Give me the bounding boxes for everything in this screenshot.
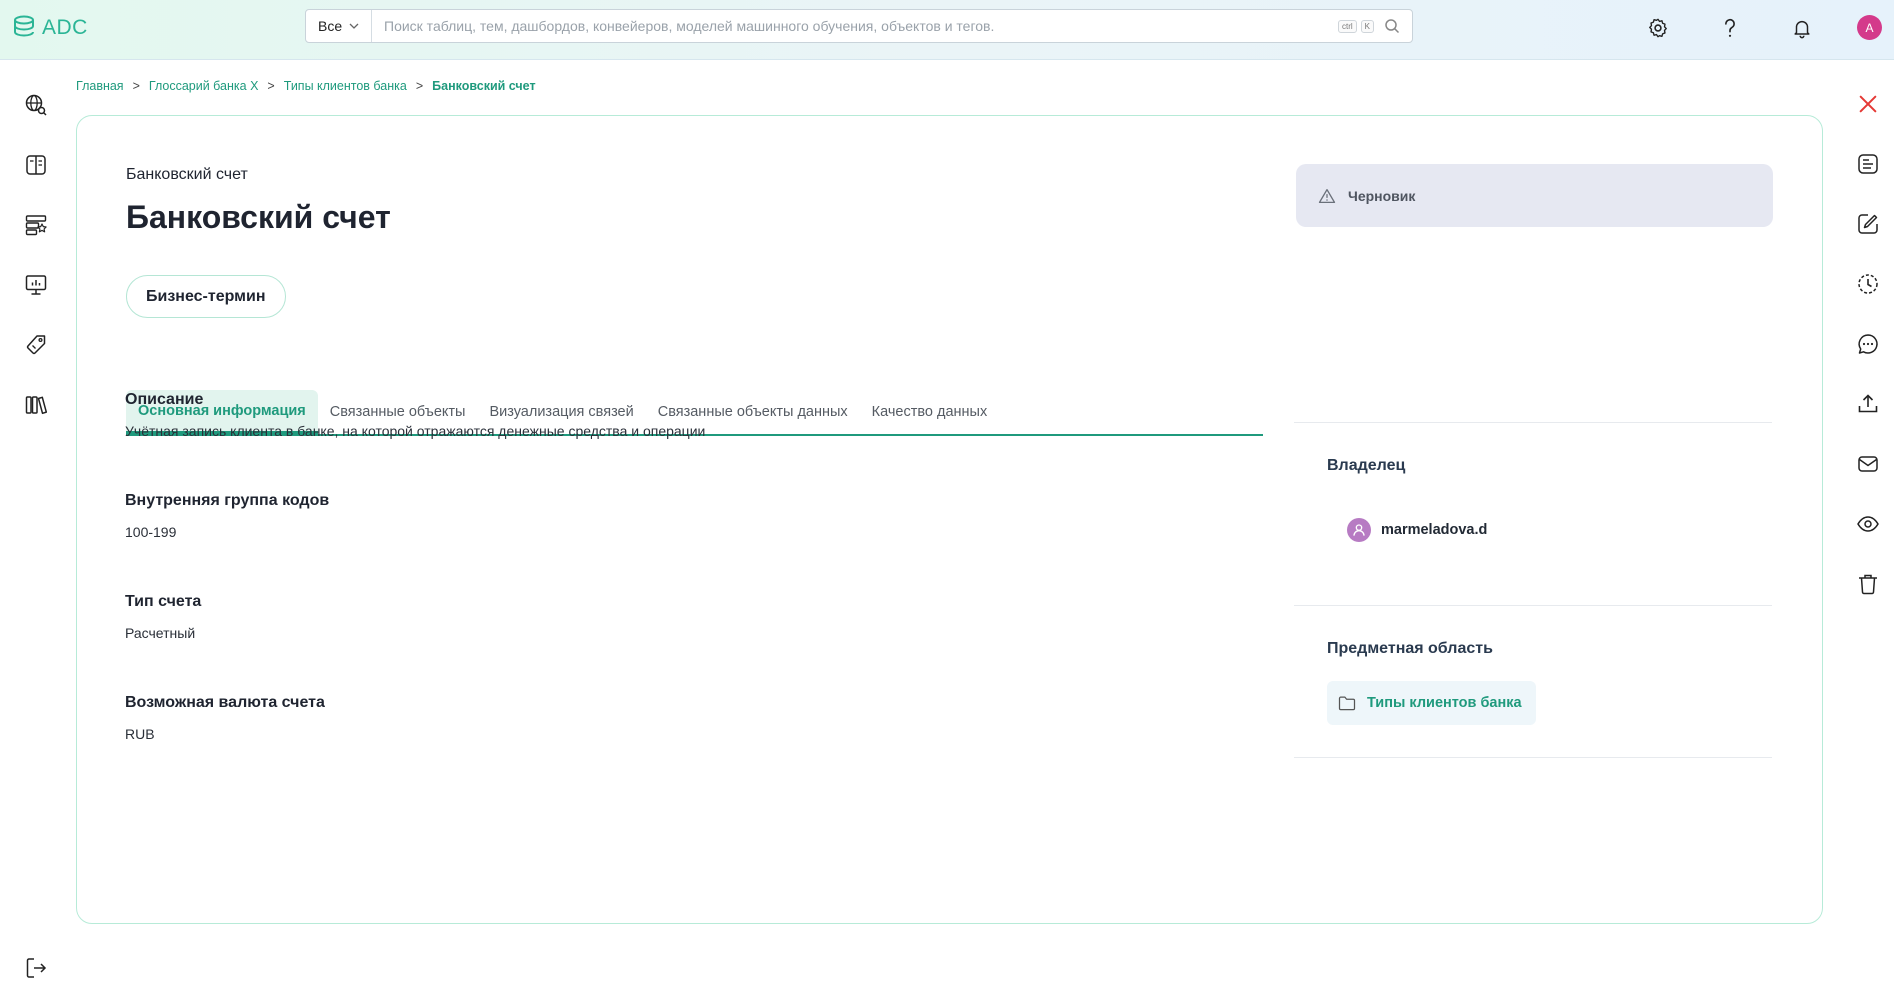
nav-dashboards[interactable]: [22, 271, 50, 299]
mail-icon: [1858, 456, 1878, 472]
breadcrumb-category[interactable]: Типы клиентов банка: [284, 79, 407, 93]
entity-type-chip: Бизнес-термин: [126, 275, 286, 318]
divider: [1294, 757, 1772, 758]
left-sidebar: [0, 61, 72, 1008]
tab-data-quality[interactable]: Качество данных: [860, 390, 1000, 434]
monitor-chart-icon: [25, 275, 47, 295]
breadcrumb-separator: >: [267, 79, 275, 93]
database-star-icon: [25, 215, 47, 236]
user-initial: A: [1865, 20, 1874, 35]
breadcrumb-separator: >: [415, 79, 424, 93]
breadcrumb-separator: >: [132, 79, 140, 93]
nav-logout[interactable]: [22, 954, 50, 982]
breadcrumb-glossary[interactable]: Глоссарий банка X: [149, 79, 259, 93]
user-avatar[interactable]: A: [1857, 15, 1882, 40]
status-badge: Черновик: [1296, 164, 1773, 227]
nav-library[interactable]: [22, 391, 50, 419]
global-search: Все ctrl K: [305, 9, 1413, 43]
field-label: Возможная валюта счета: [125, 694, 325, 711]
owner-name: marmeladova.d: [1381, 522, 1488, 538]
chevron-down-icon: [349, 23, 359, 29]
user-icon: [1353, 524, 1365, 536]
delete-button[interactable]: [1854, 570, 1882, 598]
details-button[interactable]: [1854, 150, 1882, 178]
details-icon: [1858, 154, 1878, 174]
field-internal-code-group: Внутренняя группа кодов 100-199: [125, 492, 329, 540]
entity-card: Банковский счет Банковский счет Бизнес-т…: [76, 115, 1823, 924]
nav-tags[interactable]: [22, 331, 50, 359]
shortcut-k-key: K: [1360, 19, 1374, 33]
trash-icon: [1859, 574, 1877, 595]
logo-text: ADC: [42, 16, 88, 39]
book-icon: [26, 155, 46, 175]
divider: [1294, 422, 1772, 423]
breadcrumb-current: Банковский счет: [432, 79, 536, 93]
domain-title: Предметная область: [1327, 640, 1493, 657]
field-label: Внутренняя группа кодов: [125, 492, 330, 509]
field-account-type: Тип счета Расчетный: [125, 593, 201, 641]
entity-subtitle: Банковский счет: [126, 166, 248, 183]
warning-icon: [1318, 188, 1336, 203]
nav-explore[interactable]: [22, 91, 50, 119]
field-value: Расчетный: [125, 625, 196, 641]
history-button[interactable]: [1854, 270, 1882, 298]
field-value: Учётная запись клиента в банке, на котор…: [125, 423, 706, 439]
library-icon: [25, 396, 48, 415]
database-logo-icon: [14, 15, 34, 37]
domain-name: Типы клиентов банка: [1367, 695, 1522, 711]
help-button[interactable]: [1716, 14, 1744, 42]
nav-glossary[interactable]: [22, 151, 50, 179]
field-label: Описание: [125, 391, 204, 408]
search-scope-label: Все: [318, 18, 343, 34]
history-icon: [1858, 274, 1878, 294]
folder-icon: [1338, 696, 1356, 711]
right-actions-bar: [1846, 61, 1894, 1008]
close-button[interactable]: [1854, 90, 1882, 118]
globe-search-icon: [25, 94, 47, 116]
field-description: Описание Учётная запись клиента в банке,…: [125, 391, 705, 439]
search-scope-select[interactable]: Все: [306, 10, 372, 42]
field-value: RUB: [125, 726, 155, 742]
edit-button[interactable]: [1854, 210, 1882, 238]
app-logo[interactable]: ADC: [12, 14, 88, 42]
divider: [1294, 605, 1772, 606]
close-icon: [1859, 95, 1877, 113]
notifications-button[interactable]: [1788, 14, 1816, 42]
nav-data-sources[interactable]: [22, 211, 50, 239]
owner-title: Владелец: [1327, 457, 1406, 474]
domain-link[interactable]: Типы клиентов банка: [1327, 681, 1536, 725]
watch-button[interactable]: [1854, 510, 1882, 538]
upload-icon: [1858, 394, 1878, 413]
breadcrumb-home[interactable]: Главная: [76, 79, 124, 93]
help-icon: [1725, 18, 1735, 37]
comments-button[interactable]: [1854, 330, 1882, 358]
owner-avatar: [1347, 518, 1371, 542]
breadcrumb: Главная > Глоссарий банка X > Типы клиен…: [76, 79, 536, 93]
field-label: Тип счета: [125, 593, 202, 610]
field-value: 100-199: [125, 524, 177, 540]
top-header: ADC Все ctrl K: [0, 0, 1894, 60]
subscribe-button[interactable]: [1854, 450, 1882, 478]
owner-item[interactable]: marmeladova.d: [1347, 518, 1487, 542]
eye-icon: [1857, 516, 1879, 532]
gear-icon: [1649, 18, 1667, 38]
edit-icon: [1858, 214, 1878, 234]
tag-icon: [26, 335, 46, 355]
bell-icon: [1794, 20, 1810, 39]
settings-button[interactable]: [1644, 14, 1672, 42]
page-title: Банковский счет: [126, 199, 391, 235]
export-button[interactable]: [1854, 390, 1882, 418]
status-text: Черновик: [1348, 187, 1416, 204]
logout-icon: [26, 958, 47, 978]
search-input[interactable]: [372, 10, 1338, 42]
shortcut-ctrl-key: ctrl: [1337, 19, 1357, 33]
comment-icon: [1858, 334, 1878, 354]
search-icon[interactable]: [1384, 18, 1400, 34]
field-account-currency: Возможная валюта счета RUB: [125, 694, 325, 742]
